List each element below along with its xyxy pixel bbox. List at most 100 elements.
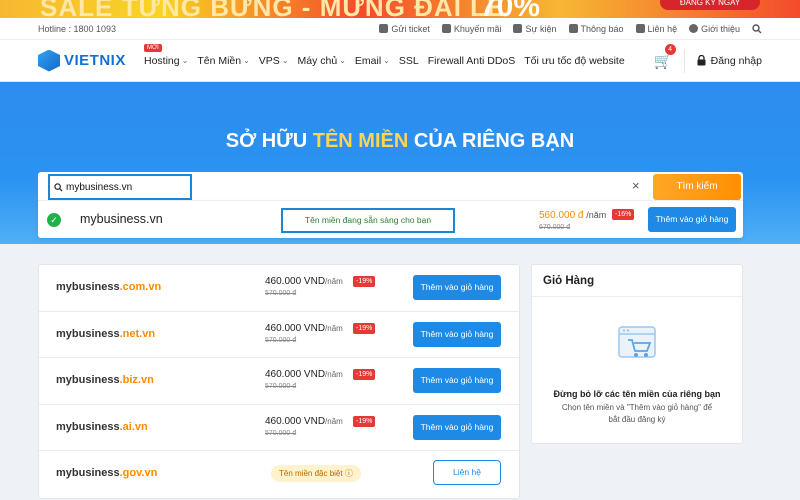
- domain-tld: .biz.vn: [119, 374, 154, 386]
- cart-panel-title: Giỏ Hàng: [543, 275, 595, 287]
- utility-links: Gửi ticket Khuyến mãi Sự kiện Thông báo …: [379, 24, 762, 34]
- chevron-down-icon: ⌄: [339, 56, 346, 65]
- gift-icon: [441, 24, 451, 33]
- domain-old-price: 570.000 đ: [265, 429, 297, 437]
- contact-button[interactable]: Liên hệ: [433, 460, 501, 485]
- lock-icon: [697, 55, 706, 66]
- banner-text: SALE TƯNG BỪNG - MỪNG ĐẠI LỄ: [40, 0, 506, 18]
- notifications-link[interactable]: Thông báo: [568, 23, 624, 34]
- main-nav: VIETNIX MỚI Hosting ⌄ Tên Miền ⌄ VPS ⌄ Máy c…: [0, 40, 800, 82]
- nav-item-label: SSL: [398, 54, 419, 67]
- nav-item-hosting[interactable]: MỚI Hosting ⌄: [144, 43, 188, 67]
- logo-text: VIETNIX: [64, 52, 126, 69]
- domain-search-box: mybusiness.vn × Tìm kiếm: [38, 172, 743, 202]
- price-unit: /năm: [586, 210, 607, 220]
- result-old-price: 670.000 đ: [539, 224, 571, 231]
- nav-item-vps[interactable]: VPS ⌄: [259, 55, 289, 67]
- nav-item-domain[interactable]: Tên Miền ⌄: [197, 55, 249, 67]
- domain-old-price: 570.000 đ: [265, 383, 297, 390]
- result-domain: mybusiness.vn: [80, 212, 163, 226]
- nav-item-label: Email: [354, 54, 382, 67]
- cart-count-badge: 4: [664, 43, 676, 55]
- contact-link[interactable]: Liên hệ: [635, 24, 677, 34]
- search-button[interactable]: Tìm kiếm: [653, 174, 741, 200]
- vietnix-logo[interactable]: VIETNIX: [38, 49, 144, 72]
- price-unit: /năm: [325, 416, 343, 426]
- price-unit: /năm: [325, 370, 343, 379]
- price-value: 560.000 đ: [539, 210, 584, 221]
- top-utility-bar: Hotline : 1800 1093 Gửi ticket Khuyến mã…: [0, 18, 800, 40]
- discount-badge: -19%: [353, 415, 376, 427]
- nav-item-server[interactable]: Máy chủ ⌄: [298, 55, 346, 67]
- domain-name: mybusiness.net.vn: [56, 328, 155, 340]
- hotline-text: Hotline : 1800 1093: [38, 23, 117, 34]
- cart-panel: Giỏ Hàng Đừng bỏ lỡ các tên miền của riê…: [531, 264, 743, 444]
- nav-item-label: Máy chủ: [297, 54, 338, 67]
- contact-icon: [635, 24, 645, 33]
- promotion-link[interactable]: Khuyến mãi: [441, 23, 502, 34]
- domain-price: 460.000 VND/năm: [265, 276, 343, 287]
- domain-name: mybusiness.ai.vn: [56, 421, 148, 433]
- price-value: 460.000 VND: [265, 369, 326, 380]
- events-label: Sự kiện: [525, 23, 557, 34]
- discount-badge: -19%: [353, 322, 376, 334]
- result-price: 560.000 đ /năm: [539, 210, 606, 221]
- domain-base: mybusiness: [56, 281, 120, 293]
- price-value: 460.000 VND: [265, 276, 326, 287]
- banner-cta-button[interactable]: ĐĂNG KÝ NGAY: [660, 0, 760, 10]
- price-unit: /năm: [325, 323, 343, 333]
- nav-item-label: VPS: [258, 54, 280, 67]
- info-icon: [689, 24, 699, 33]
- promo-banner[interactable]: SALE TƯNG BỪNG - MỪNG ĐẠI LỄ 70% ĐĂNG KÝ…: [0, 0, 800, 18]
- domain-base: mybusiness: [56, 420, 120, 433]
- search-toggle[interactable]: [752, 23, 762, 34]
- nav-item-label: Tên Miền: [197, 54, 242, 67]
- events-link[interactable]: Sự kiện: [513, 23, 557, 34]
- price-value: 460.000 VND: [265, 322, 326, 334]
- domain-tld: .net.vn: [119, 327, 156, 340]
- hero-title-highlight: TÊN MIỀN: [312, 130, 409, 152]
- domain-tld: .ai.vn: [119, 420, 148, 433]
- add-to-cart-button[interactable]: Thêm vào giỏ hàng: [413, 321, 501, 347]
- search-icon: [54, 182, 63, 192]
- ticket-link[interactable]: Gửi ticket: [379, 24, 430, 34]
- discount-badge: -19%: [353, 276, 376, 287]
- availability-status: Tên miền đang sẵn sàng cho bạn: [281, 208, 455, 233]
- nav-item-ssl[interactable]: SSL: [399, 55, 419, 67]
- table-row: mybusiness.gov.vn Tên miền đặc biệt ⓘ Li…: [39, 451, 519, 498]
- domain-tld: .com.vn: [119, 281, 162, 293]
- add-to-cart-button[interactable]: Thêm vào giỏ hàng: [413, 368, 501, 393]
- about-link[interactable]: Giới thiệu: [689, 24, 740, 34]
- clear-search-icon[interactable]: ×: [632, 178, 640, 193]
- empty-cart-icon: [618, 326, 656, 358]
- nav-item-label: Tối ưu tốc độ website: [524, 54, 625, 67]
- cart-button[interactable]: 🛒 4: [653, 43, 684, 70]
- nav-item-speed[interactable]: Tối ưu tốc độ website: [524, 55, 624, 67]
- result-discount-badge: -16%: [612, 209, 635, 220]
- search-input-value: mybusiness.vn: [66, 181, 133, 193]
- nav-menu: MỚI Hosting ⌄ Tên Miền ⌄ VPS ⌄ Máy chủ ⌄ Emai…: [144, 43, 654, 67]
- special-domain-badge: Tên miền đặc biệt ⓘ: [271, 465, 361, 482]
- add-to-cart-button[interactable]: Thêm vào giỏ hàng: [413, 275, 501, 300]
- add-to-cart-button[interactable]: Thêm vào giỏ hàng: [413, 414, 501, 440]
- domain-name: mybusiness.com.vn: [56, 281, 161, 293]
- nav-item-label: Hosting: [144, 54, 180, 67]
- result-add-to-cart-button[interactable]: Thêm vào giỏ hàng: [648, 207, 736, 232]
- table-row: mybusiness.net.vn 460.000 VND/năm 570.00…: [39, 312, 519, 358]
- domain-search-input[interactable]: mybusiness.vn: [48, 174, 192, 200]
- table-row: mybusiness.com.vn 460.000 VND/năm 570.00…: [39, 265, 519, 312]
- discount-badge: -19%: [353, 369, 376, 380]
- empty-cart-title: Đừng bỏ lỡ các tên miền của riêng bạn: [553, 389, 721, 399]
- promotion-label: Khuyến mãi: [453, 23, 502, 34]
- nav-item-email[interactable]: Email ⌄: [355, 55, 390, 67]
- cart-icon: 🛒: [653, 52, 673, 70]
- domain-old-price: 570.000 đ: [265, 290, 297, 297]
- login-button[interactable]: Đăng nhập: [683, 48, 762, 73]
- nav-item-firewall[interactable]: Firewall Anti DDoS: [428, 55, 516, 67]
- notifications-label: Thông báo: [580, 23, 624, 34]
- login-label: Đăng nhập: [710, 54, 762, 67]
- search-result-row: ✓ mybusiness.vn Tên miền đang sẵn sàng c…: [38, 200, 743, 238]
- suggested-domains-list: mybusiness.com.vn 460.000 VND/năm 570.00…: [38, 264, 520, 499]
- hero-title-part: CỦA RIÊNG BẠN: [408, 130, 575, 152]
- megaphone-icon: [513, 24, 523, 33]
